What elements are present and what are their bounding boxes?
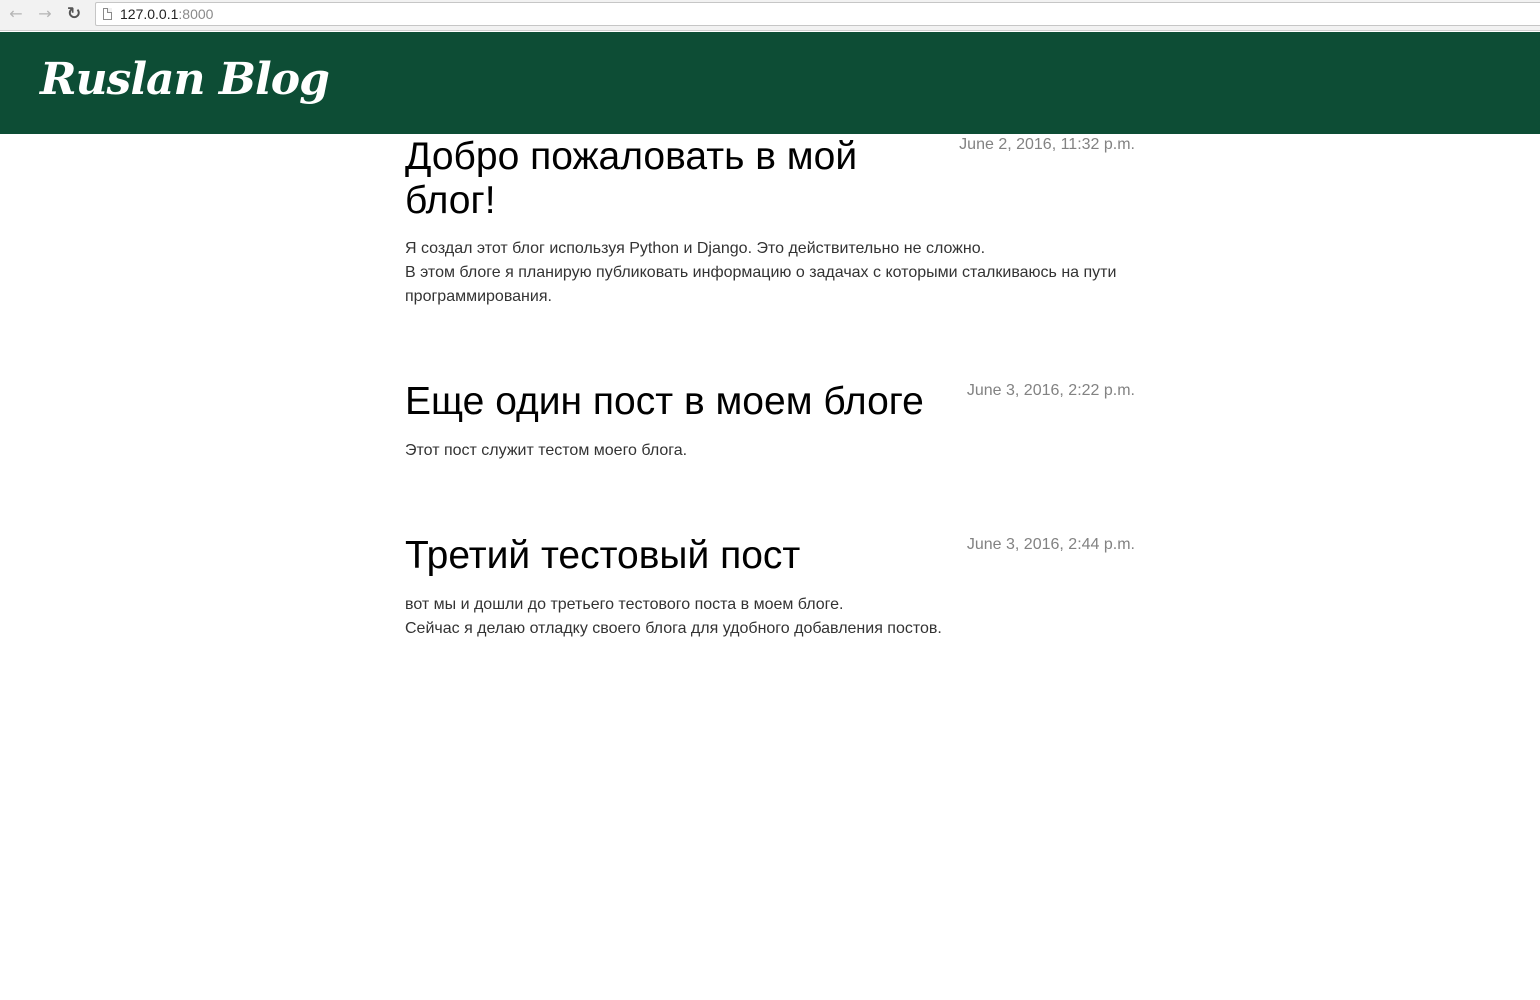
url-host: 127.0.0.1 [120, 6, 179, 22]
post-text-line: Сейчас я делаю отладку своего блога для … [405, 620, 942, 637]
page-header: Ruslan Blog [0, 32, 1540, 134]
post-text-line: В этом блоге я планирую публиковать инфо… [405, 264, 1117, 305]
post-item: June 3, 2016, 2:44 p.m. Третий тестовый … [405, 534, 1135, 637]
browser-toolbar: ← → ↻ 127.0.0.1:8000 [0, 0, 1540, 31]
post-date: June 3, 2016, 2:22 p.m. [966, 382, 1135, 399]
post-text-line: Я создал этот блог используя Python и Dj… [405, 240, 986, 257]
post-date: June 2, 2016, 11:32 p.m. [959, 136, 1135, 153]
post-text-line: вот мы и дошли до третьего тестового пос… [405, 596, 844, 613]
post-date: June 3, 2016, 2:44 p.m. [966, 536, 1135, 553]
address-bar[interactable]: 127.0.0.1:8000 [95, 2, 1540, 26]
page-icon [103, 8, 112, 20]
post-text: Я создал этот блог используя Python и Dj… [405, 237, 1135, 309]
post-item: June 3, 2016, 2:22 p.m. Еще один пост в … [405, 380, 1135, 459]
forward-arrow-icon[interactable]: → [34, 4, 56, 24]
post-text: Этот пост служит тестом моего блога. [405, 439, 687, 463]
post-title-link[interactable]: Добро пожаловать в мой блог! [405, 135, 905, 223]
site-title-link[interactable]: Ruslan Blog [40, 50, 330, 110]
url-text[interactable]: 127.0.0.1:8000 [120, 6, 213, 22]
post-text-line: Этот пост служит тестом моего блога. [405, 442, 688, 459]
post-text: вот мы и дошли до третьего тестового пос… [405, 593, 942, 641]
back-arrow-icon[interactable]: ← [5, 4, 27, 24]
url-port: :8000 [178, 6, 214, 22]
reload-icon[interactable]: ↻ [63, 4, 85, 24]
post-item: June 2, 2016, 11:32 p.m. Добро пожаловат… [405, 134, 1135, 305]
